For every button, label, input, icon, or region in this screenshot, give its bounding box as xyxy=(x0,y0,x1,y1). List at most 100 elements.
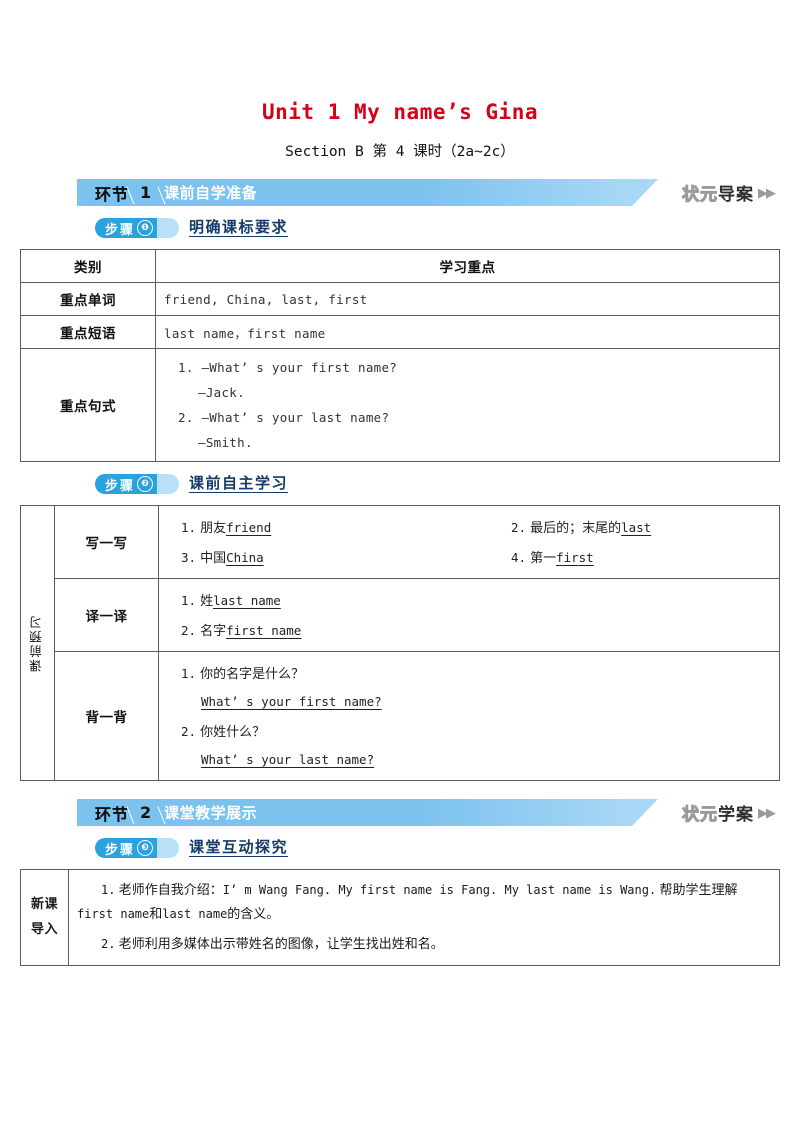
table-row: 重点句式 1. —What’ s your first name? —Jack.… xyxy=(20,348,780,462)
item-answer: What’ s your first name? xyxy=(201,694,382,709)
worksheet-page: Unit 1 My name’s Gina Section B 第 4 课时（2… xyxy=(0,0,800,1132)
item-prompt: 姓 xyxy=(200,594,214,609)
preview-table: 课前预习 写一写 1. 朋友friend 2. 最后的；末尾的last 3. 中… xyxy=(20,505,780,781)
banner-brand-solid-2: 学案 xyxy=(718,805,754,825)
step-title-3: 课堂互动探究 xyxy=(189,837,289,858)
table-row: 类别 学习重点 xyxy=(20,249,780,283)
paragraph-en: first name xyxy=(77,906,150,921)
banner-phase-label-2: 环节 xyxy=(95,804,130,824)
lesson-paragraph: 2. 老师利用多媒体出示带姓名的图像，让学生找出姓和名。 xyxy=(77,930,771,960)
lesson-intro-table: 新课导入 1. 老师作自我介绍：I’ m Wang Fang. My first… xyxy=(20,868,780,967)
banner-phase-label-1: 环节 xyxy=(95,184,130,204)
banner-title-2: 课堂教学展示 xyxy=(164,804,258,822)
step-pill-label-2: 步骤 xyxy=(105,478,136,494)
lesson-content: 1. 老师作自我介绍：I’ m Wang Fang. My first name… xyxy=(68,868,780,967)
step-title-2: 课前自主学习 xyxy=(189,473,289,494)
sentence-line: —Smith. xyxy=(198,435,253,450)
preview-row-label-write: 写一写 xyxy=(54,505,159,579)
item-prompt: 你的名字是什么？ xyxy=(200,667,305,682)
table-row: 译一译 1. 姓last name 2. 名字first name xyxy=(21,578,780,652)
step-pill-2: 步骤 ❷ xyxy=(95,474,158,494)
item-answer: friend xyxy=(226,520,272,535)
preview-row-value-write: 1. 朋友friend 2. 最后的；末尾的last 3. 中国China 4. 第一f… xyxy=(158,505,780,579)
goals-header-category: 类别 xyxy=(20,249,156,283)
item-prompt: 你姓什么？ xyxy=(200,725,266,740)
table-row: 新课导入 1. 老师作自我介绍：I’ m Wang Fang. My first… xyxy=(20,868,780,967)
goals-row-label-words: 重点单词 xyxy=(20,282,156,316)
item-answer: last name xyxy=(213,593,281,608)
double-chevron-right-icon: ▶▶ xyxy=(758,184,776,200)
paragraph-zh: 老师作自我介绍： xyxy=(118,883,223,898)
exercise-line: 3. 中国China 4. 第一first xyxy=(167,542,771,572)
exercise-item: 2. 最后的；末尾的last xyxy=(511,517,651,537)
recite-answer: What’ s your first name? xyxy=(167,688,771,716)
paragraph-en: last name xyxy=(162,906,228,921)
banner-brand-outline-2: 状元 xyxy=(682,805,718,826)
step-pill-number-3: ❸ xyxy=(137,840,154,856)
banner-phase-number-1: 1 xyxy=(129,183,164,202)
section-banner-2: 环节 2 课堂教学展示 状元 学案 ▶▶ xyxy=(20,799,780,826)
table-row: 重点短语 last name，first name xyxy=(20,315,780,349)
step-pill-label-1: 步骤 xyxy=(105,222,136,238)
recite-answer: What’ s your last name? xyxy=(167,746,771,774)
section-banner-1: 环节 1 课前自学准备 状元 导案 ▶▶ xyxy=(20,179,780,206)
lesson-side-label: 新课导入 xyxy=(20,868,69,967)
item-number: 1. xyxy=(181,520,197,535)
item-number: 2. xyxy=(181,724,197,739)
item-number: 3. xyxy=(181,550,197,565)
item-prompt: 第一 xyxy=(530,551,557,566)
step-pill-number-1: ❶ xyxy=(137,220,154,236)
exercise-line: 1. 朋友friend 2. 最后的；末尾的last xyxy=(167,512,771,542)
item-number: 2. xyxy=(181,623,197,638)
exercise-item: 4. 第一first xyxy=(511,547,594,567)
step-heading-2: 步骤 ❷ 课前自主学习 xyxy=(95,472,780,496)
table-row: 重点单词 friend, China, last, first xyxy=(20,282,780,316)
step-pill-tail-3 xyxy=(157,838,180,858)
goals-row-label-sentences: 重点句式 xyxy=(20,348,156,462)
item-number: 2. xyxy=(101,936,116,951)
paragraph-zh: 和 xyxy=(149,906,163,922)
recite-question: 1. 你的名字是什么？ xyxy=(167,658,771,688)
item-number: 1. xyxy=(181,666,197,681)
item-answer: first name xyxy=(226,623,302,638)
exercise-item: 3. 中国China xyxy=(181,547,511,567)
exercise-line: 1. 姓last name xyxy=(167,585,771,615)
sentence-line: —Jack. xyxy=(198,385,245,400)
goals-row-value-phrases: last name，first name xyxy=(155,315,780,349)
item-answer: China xyxy=(226,550,264,565)
item-answer: first xyxy=(556,550,594,565)
goals-row-label-phrases: 重点短语 xyxy=(20,315,156,349)
step-pill-number-2: ❷ xyxy=(137,476,154,492)
double-chevron-right-icon: ▶▶ xyxy=(758,804,776,820)
sentence-line: 2. —What’ s your last name? xyxy=(178,410,390,425)
learning-goals-table: 类别 学习重点 重点单词 friend, China, last, first … xyxy=(20,249,780,462)
step-pill-tail-2 xyxy=(157,474,180,494)
item-prompt: 最后的；末尾的 xyxy=(530,521,622,536)
goals-row-value-sentences: 1. —What’ s your first name? —Jack. 2. —… xyxy=(155,348,780,462)
banner-phase-number-2: 2 xyxy=(129,803,164,822)
table-row: 背一背 1. 你的名字是什么？ What’ s your first name? … xyxy=(21,651,780,781)
step-pill-3: 步骤 ❸ xyxy=(95,838,158,858)
step-heading-3: 步骤 ❸ 课堂互动探究 xyxy=(95,836,780,860)
sentence-line: 1. —What’ s your first name? xyxy=(178,360,398,375)
step-heading-1: 步骤 ❶ 明确课标要求 xyxy=(95,216,780,240)
page-subtitle: Section B 第 4 课时（2a~2c） xyxy=(285,144,515,160)
preview-row-label-translate: 译一译 xyxy=(54,578,159,652)
banner-title-1: 课前自学准备 xyxy=(164,184,258,202)
goals-header-focus: 学习重点 xyxy=(155,249,780,283)
step-title-1: 明确课标要求 xyxy=(189,217,289,238)
item-number: 2. xyxy=(511,520,527,535)
lesson-paragraph: 1. 老师作自我介绍：I’ m Wang Fang. My first name… xyxy=(77,876,771,930)
item-number: 1. xyxy=(181,593,197,608)
recite-question: 2. 你姓什么？ xyxy=(167,716,771,746)
exercise-line: 2. 名字first name xyxy=(167,615,771,645)
banner-brand-outline-1: 状元 xyxy=(682,185,718,206)
item-prompt: 中国 xyxy=(200,551,227,566)
table-row: 课前预习 写一写 1. 朋友friend 2. 最后的；末尾的last 3. 中… xyxy=(20,505,780,781)
item-answer: last xyxy=(621,520,652,535)
preview-side-label-text: 课前预习 xyxy=(29,614,45,672)
banner-left-2: 环节 2 课堂教学展示 xyxy=(77,799,658,826)
preview-side-label: 课前预习 xyxy=(20,505,55,781)
paragraph-zh: 帮助学生理解 xyxy=(659,883,738,898)
step-pill-label-3: 步骤 xyxy=(105,842,136,858)
